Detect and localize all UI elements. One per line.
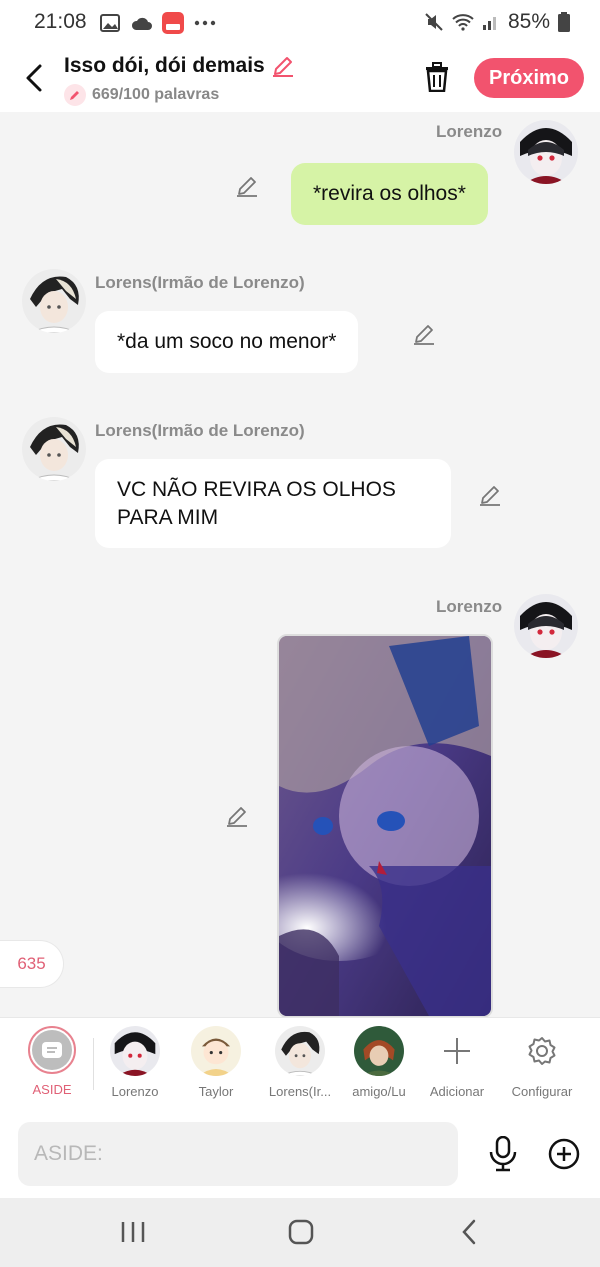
system-nav-bar [0, 1198, 600, 1267]
edit-message-icon[interactable] [235, 174, 259, 198]
mute-icon [425, 13, 443, 31]
recent-apps-icon[interactable] [120, 1220, 146, 1244]
avatar-amigo [354, 1026, 404, 1076]
edit-message-icon[interactable] [478, 483, 502, 507]
avatar-lorens [275, 1026, 325, 1076]
home-icon[interactable] [288, 1219, 314, 1245]
trash-icon[interactable] [423, 62, 451, 92]
character-label: Configurar [511, 1084, 573, 1099]
wifi-icon [452, 14, 474, 31]
word-count: 669/100 palavras [92, 86, 220, 103]
character-label: Lorenzo [111, 1084, 159, 1099]
edit-message-icon[interactable] [412, 322, 436, 346]
image-message[interactable] [277, 634, 493, 1017]
mangatoon-icon [162, 12, 184, 34]
character-label: Lorens(Ir... [268, 1084, 332, 1099]
pencil-badge-icon [64, 84, 86, 106]
message-bubble[interactable]: *da um soco no menor* [95, 311, 359, 373]
avatar-lorenzo[interactable] [514, 594, 578, 658]
edit-title-icon[interactable] [271, 54, 295, 78]
input-bar [0, 1112, 600, 1198]
microphone-icon[interactable] [488, 1136, 518, 1172]
message-sender: Lorenzo [436, 122, 503, 141]
more-icon [194, 20, 216, 26]
signal-icon [482, 17, 496, 30]
battery-icon [558, 12, 570, 32]
avatar-lorens[interactable] [22, 269, 86, 333]
status-time: 21:08 [34, 10, 87, 33]
plus-icon [432, 1026, 482, 1076]
character-amigo[interactable]: amigo/Lu [337, 1026, 421, 1099]
character-label: Taylor [198, 1084, 234, 1099]
next-button[interactable]: Próximo [474, 58, 584, 98]
cloud-icon [131, 17, 152, 30]
add-attachment-icon[interactable] [548, 1138, 580, 1170]
character-label: ASIDE [32, 1082, 72, 1097]
back-icon[interactable] [22, 62, 46, 94]
add-character-button[interactable]: Adicionar [415, 1026, 499, 1099]
message-input[interactable] [18, 1122, 458, 1186]
story-title[interactable]: Isso dói, dói demais [64, 54, 265, 78]
avatar-taylor [191, 1026, 241, 1076]
character-bar: ASIDE Lorenzo Taylor Lorens(Ir... amigo/… [0, 1017, 600, 1113]
character-lorenzo[interactable]: Lorenzo [93, 1026, 177, 1099]
word-count-row: 669/100 palavras [64, 84, 219, 106]
character-label: Adicionar [429, 1084, 485, 1099]
avatar-lorens[interactable] [22, 417, 86, 481]
message-sender: Lorens(Irmão de Lorenzo) [95, 273, 305, 292]
message-sender: Lorens(Irmão de Lorenzo) [95, 421, 305, 440]
character-aside[interactable]: ASIDE [10, 1026, 94, 1097]
system-back-icon[interactable] [460, 1218, 478, 1246]
chat-area[interactable]: Lorenzo *revira os olhos* Lorens(Irmão d… [0, 112, 600, 1017]
battery-percent: 85% [507, 10, 550, 33]
status-bar: 21:08 85% [0, 0, 600, 44]
edit-message-icon[interactable] [225, 804, 249, 828]
story-title-row[interactable]: Isso dói, dói demais [64, 54, 295, 78]
notification-icons [100, 12, 216, 34]
aside-icon [28, 1026, 76, 1074]
avatar-lorenzo [110, 1026, 160, 1076]
status-right: 85% [424, 10, 570, 34]
message-counter[interactable]: 635 [0, 940, 64, 988]
settings-button[interactable]: Configurar [500, 1026, 584, 1099]
story-header: Isso dói, dói demais 669/100 palavras Pr… [0, 44, 600, 112]
message-bubble[interactable]: *revira os olhos* [291, 163, 488, 225]
gear-icon [517, 1026, 567, 1076]
message-bubble[interactable]: VC NÃO REVIRA OS OLHOS PARA MIM [95, 459, 451, 548]
character-taylor[interactable]: Taylor [174, 1026, 258, 1099]
message-sender: Lorenzo [436, 597, 503, 616]
avatar-lorenzo[interactable] [514, 120, 578, 184]
character-lorens[interactable]: Lorens(Ir... [258, 1026, 342, 1099]
character-label: amigo/Lu [352, 1084, 406, 1099]
gallery-icon [100, 14, 120, 32]
